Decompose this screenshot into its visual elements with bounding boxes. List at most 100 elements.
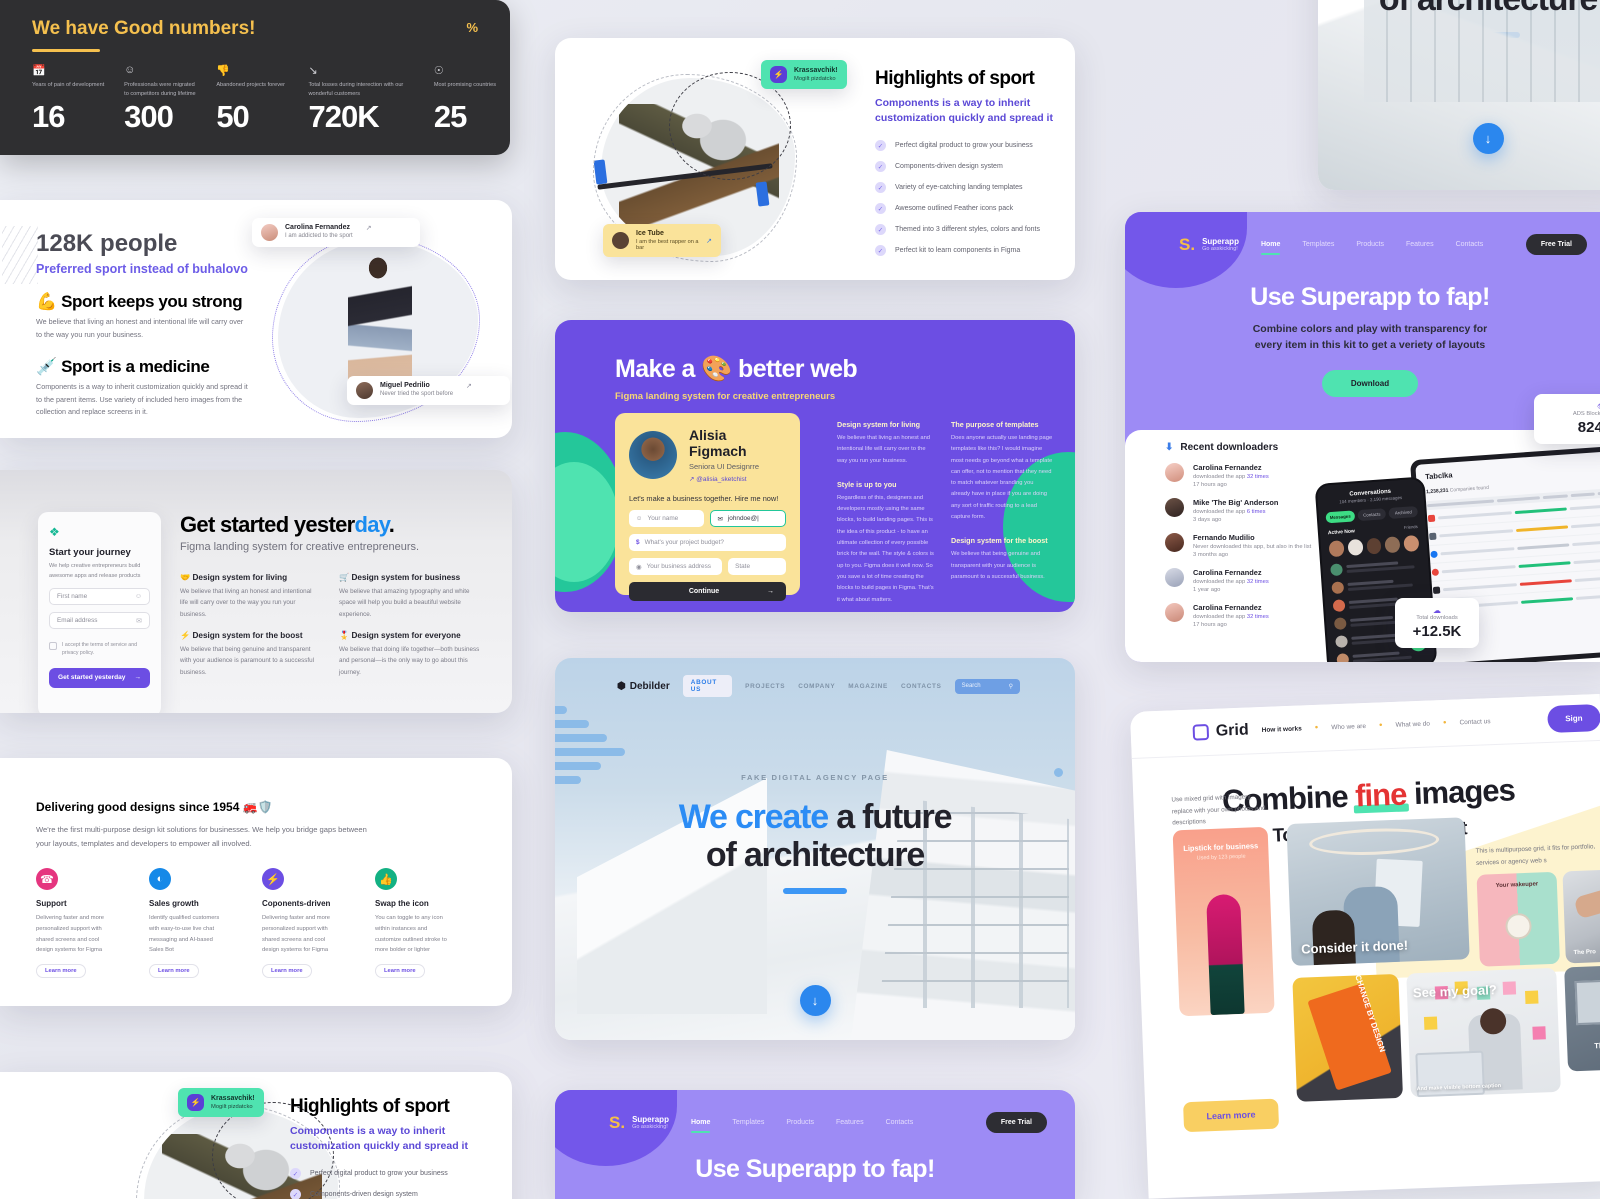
tile-change-by-design[interactable]: CHANGE BY DESIGN xyxy=(1292,973,1404,1102)
budget-input[interactable]: $ What's your project budget? xyxy=(629,534,786,551)
address-input[interactable]: ◉ Your business address xyxy=(629,558,723,575)
zap-icon: ⚡ xyxy=(770,66,787,83)
tag-message: Mogilt pizdatcko xyxy=(211,1104,253,1110)
nav-projects[interactable]: PROJECTS xyxy=(745,683,785,690)
nav-company[interactable]: COMPANY xyxy=(798,683,835,690)
email-placeholder: Email address xyxy=(57,617,98,624)
nav-products[interactable]: Products xyxy=(786,1119,814,1126)
tab-messages[interactable]: Messages xyxy=(1325,510,1355,524)
highlights-subtitle: Components is a way to inherit customiza… xyxy=(875,97,1053,125)
scroll-down-button[interactable]: ↓ xyxy=(1472,123,1504,154)
free-trial-button[interactable]: Free Trial xyxy=(1525,234,1587,255)
downloader-name: Mike 'The Big' Anderson xyxy=(1193,498,1279,507)
nav-contacts[interactable]: Contacts xyxy=(1456,241,1484,248)
nav-home[interactable]: Home xyxy=(1260,241,1281,255)
external-link-icon[interactable]: ↗ xyxy=(706,237,712,245)
get-started-button[interactable]: Get started yesterday → xyxy=(49,667,150,688)
learn-more-button[interactable]: Learn more xyxy=(1183,1098,1280,1133)
nav-magazine[interactable]: MAGAZINE xyxy=(848,683,888,690)
tab-contacts[interactable]: Contacts xyxy=(1357,508,1387,522)
learn-more-button[interactable]: Learn more xyxy=(262,964,312,979)
testimonial-chip[interactable]: Miguel Pedrilio Never tried the sport be… xyxy=(347,376,510,405)
learn-more-button[interactable]: Learn more xyxy=(149,964,199,979)
tile-the-pro[interactable]: The Pro xyxy=(1562,868,1600,964)
tile-lipstick[interactable]: Lipstick for business Used by 123 people xyxy=(1172,826,1275,1017)
bullet-text: Components-driven design system xyxy=(310,1191,418,1199)
free-trial-button[interactable]: Free Trial xyxy=(985,1112,1047,1133)
download-button[interactable]: Download xyxy=(1322,369,1418,397)
get-started-subtitle: Figma landing system for creative entrep… xyxy=(180,541,420,553)
green-tag[interactable]: ⚡ Krassavchik! Mogilt pizdatcko xyxy=(761,60,847,89)
tab-archived[interactable]: Archived xyxy=(1388,505,1419,519)
superapp-logo[interactable]: S. Superapp Go asskicking! xyxy=(609,1113,669,1133)
tile-the-wind[interactable]: The Wind xyxy=(1564,964,1600,1072)
text-title: Design system for the boost xyxy=(951,536,1048,546)
get-started-title: Get started yesterday. xyxy=(180,512,480,538)
stats-underline xyxy=(32,49,100,52)
nav-contact-us[interactable]: Contact us xyxy=(1459,718,1490,726)
compass-icon: ☉ xyxy=(433,65,444,77)
learn-more-button[interactable]: Learn more xyxy=(36,964,86,979)
action-text: downloaded the app xyxy=(1193,614,1246,620)
stat-value: 50 xyxy=(216,99,249,134)
grid-logo[interactable]: Grid xyxy=(1192,721,1249,741)
journey-body: We help creative entrepreneurs build awe… xyxy=(49,563,141,579)
nav-what-we-do[interactable]: What we do xyxy=(1395,720,1430,728)
chip-name: Miguel Pedrilio xyxy=(380,382,430,389)
title-part-b: images xyxy=(1405,772,1516,812)
consent-row[interactable]: I accept the terms of service and privac… xyxy=(49,641,150,658)
nav-templates[interactable]: Templates xyxy=(732,1119,764,1126)
bullet-item: ✓ Perfect digital product to grow your bu… xyxy=(875,140,1060,152)
search-input[interactable]: Search ⚲ xyxy=(954,678,1020,694)
people-feature-body: Components is a way to inherit customiza… xyxy=(36,382,248,417)
address-placeholder: Your business address xyxy=(646,563,711,570)
email-input[interactable]: Email address ✉ xyxy=(49,612,150,629)
nav-who-we-are[interactable]: Who we are xyxy=(1331,722,1366,730)
nav-how-it-works[interactable]: How it works xyxy=(1262,725,1302,734)
debilder-logo[interactable]: ⬢ Debilder xyxy=(617,681,670,692)
tile-consider-it-done[interactable]: Consider it done! xyxy=(1286,817,1470,966)
design-kit-showcase: We have Good numbers! % 📅 Years of pain … xyxy=(0,0,1600,1199)
continue-button[interactable]: Continue → xyxy=(629,582,786,601)
name-input[interactable]: ☺ Your name xyxy=(629,510,704,527)
nav-home[interactable]: Home xyxy=(690,1119,711,1133)
yellow-tag[interactable]: Ice Tube I am the best rapper on a bar ↗ xyxy=(603,224,721,257)
feature-body: We believe that doing life together—both… xyxy=(339,645,480,676)
feature-body: We believe that being genuine and transp… xyxy=(180,645,315,676)
external-link-icon[interactable]: ↗ xyxy=(366,224,372,232)
conversation-row[interactable] xyxy=(1330,558,1421,577)
downloader-time: 3 days ago xyxy=(1193,517,1222,523)
delivering-column: ☎ Support Delivering faster and more per… xyxy=(36,868,113,979)
learn-more-button[interactable]: Learn more xyxy=(375,964,425,979)
sign-button[interactable]: Sign xyxy=(1546,703,1600,733)
checkbox-icon[interactable] xyxy=(49,642,57,650)
state-input[interactable]: State xyxy=(728,558,786,575)
nav-about-us[interactable]: ABOUT US xyxy=(682,675,733,697)
ads-blocked-badge: 👁 ADS Blocked 824. xyxy=(1534,394,1600,444)
email-input[interactable]: ✉ johndoe@| xyxy=(709,510,786,527)
first-name-input[interactable]: First name ☺ xyxy=(49,588,150,605)
action-text: downloaded the app xyxy=(1193,579,1246,585)
nav-products[interactable]: Products xyxy=(1356,241,1384,248)
conversation-row[interactable] xyxy=(1331,576,1422,595)
external-link-icon[interactable]: ↗ xyxy=(466,382,472,390)
nav-features[interactable]: Features xyxy=(836,1119,864,1126)
dot-separator: ● xyxy=(1378,722,1383,729)
nav-features[interactable]: Features xyxy=(1406,241,1434,248)
tile-see-my-goal[interactable]: See my goal? And make visible bottom cap… xyxy=(1406,967,1561,1098)
green-tag[interactable]: ⚡ Krassavchik! Mogilt pizdatcko xyxy=(178,1088,264,1117)
superapp-logo[interactable]: S. Superapp Go asskicking! xyxy=(1179,235,1239,255)
scroll-down-button[interactable]: ↓ xyxy=(799,985,831,1016)
nav-contacts[interactable]: CONTACTS xyxy=(901,683,942,690)
nav-contacts[interactable]: Contacts xyxy=(886,1119,914,1126)
tile-wakeuper[interactable]: Your wakeuper xyxy=(1476,871,1560,967)
highlights-card-bottom: ⚡ Krassavchik! Mogilt pizdatcko Highligh… xyxy=(0,1072,512,1199)
testimonial-chip[interactable]: Carolina Fernandez I am addicted to the … xyxy=(252,218,420,247)
zap-icon: ⚡ xyxy=(262,868,284,891)
friends-label[interactable]: Friends xyxy=(1404,524,1418,531)
profile-handle[interactable]: ↗ @alisia_sketchist xyxy=(689,475,786,483)
nav-templates[interactable]: Templates xyxy=(1302,241,1334,248)
count-label: Companies found xyxy=(1449,484,1490,494)
trending-down-icon: ↘ xyxy=(308,65,318,77)
tag-message: I am the best rapper on a bar xyxy=(636,239,699,251)
